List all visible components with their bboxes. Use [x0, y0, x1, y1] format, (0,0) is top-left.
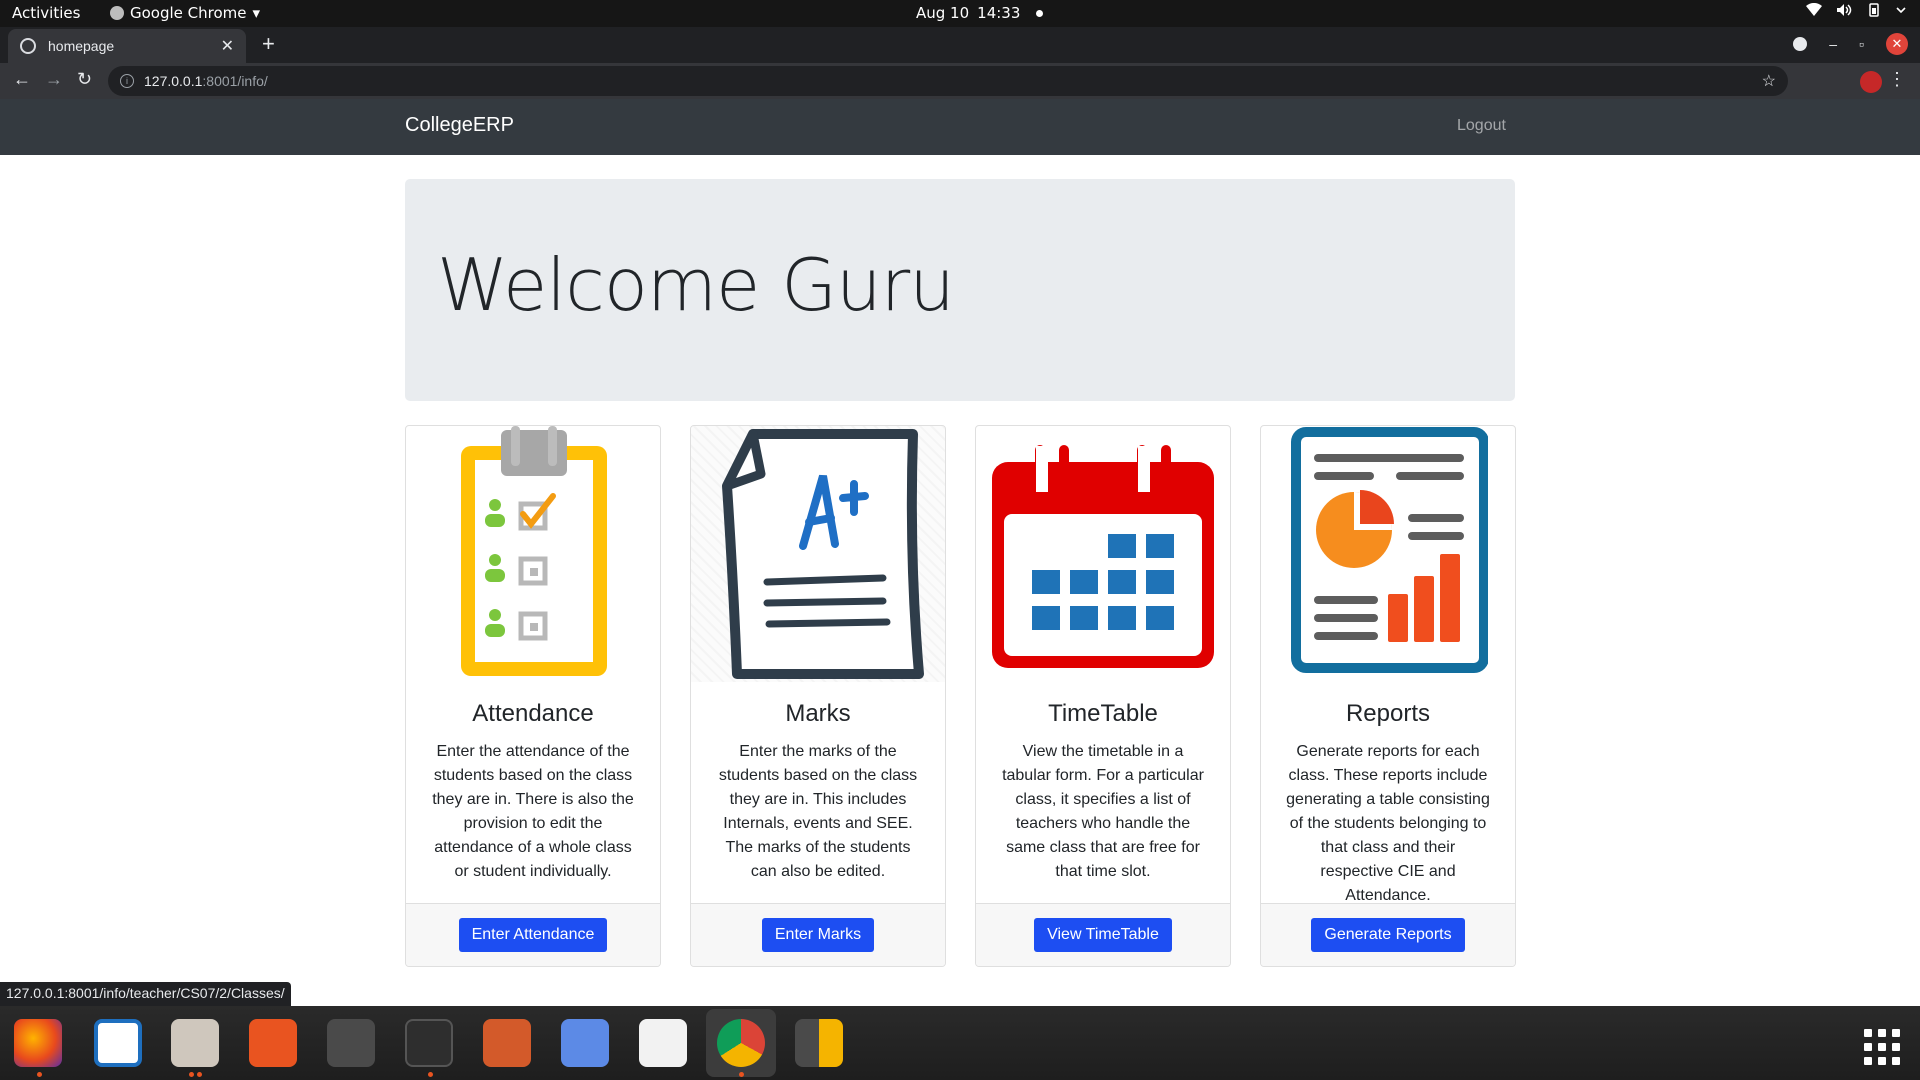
wifi-icon [1806, 2, 1822, 21]
minimize-icon[interactable]: – [1829, 36, 1837, 52]
app-menu[interactable]: Google Chrome ▾ [110, 4, 260, 22]
volume-icon [1836, 3, 1852, 21]
battery-icon [1866, 3, 1882, 21]
notification-dot-icon [1036, 9, 1044, 17]
text-editor-icon[interactable] [639, 1019, 687, 1067]
link-status-bubble: 127.0.0.1:8001/info/teacher/CS07/2/Class… [0, 982, 291, 1006]
generate-reports-button[interactable]: Generate Reports [1311, 918, 1465, 952]
card-title: Reports [1345, 700, 1431, 727]
calendar-icon [976, 426, 1230, 682]
running-indicator [197, 1072, 202, 1077]
window-controls: – ▫ ✕ [1793, 33, 1908, 55]
card-title: Marks [785, 700, 851, 727]
enter-attendance-button[interactable]: Enter Attendance [458, 918, 608, 952]
running-indicator [739, 1072, 744, 1077]
sublime-text-icon[interactable] [327, 1019, 375, 1067]
welcome-heading: Welcome Guru [437, 243, 955, 327]
software-center-icon[interactable] [249, 1019, 297, 1067]
impress-icon[interactable] [483, 1019, 531, 1067]
back-icon[interactable]: ← [13, 69, 31, 90]
card-footer: View TimeTable [976, 903, 1230, 966]
card-timetable: TimeTable View the timetable in a tabula… [975, 425, 1231, 967]
globe-icon [20, 38, 36, 54]
calculator-icon[interactable] [795, 1019, 843, 1067]
dock [0, 1006, 1920, 1080]
enter-marks-button[interactable]: Enter Marks [761, 918, 875, 952]
card-title: Attendance [472, 700, 594, 727]
system-tray[interactable] [1806, 2, 1906, 21]
site-navbar: CollegeERP Logout [0, 99, 1920, 155]
tasks-icon[interactable] [561, 1019, 609, 1067]
card-footer: Enter Attendance [406, 903, 660, 966]
app-menu-label: Google Chrome [130, 4, 247, 22]
clock[interactable]: Aug 10 14:33 [916, 4, 1044, 22]
graded-paper-icon [691, 426, 945, 682]
card-footer: Enter Marks [691, 903, 945, 966]
chrome-icon[interactable] [717, 1019, 765, 1067]
system-top-bar: Activities Google Chrome ▾ Aug 10 14:33 [0, 0, 1920, 27]
card-text: View the timetable in a tabular form. Fo… [1002, 743, 1204, 880]
card-title: TimeTable [1048, 700, 1158, 727]
files-icon[interactable] [171, 1019, 219, 1067]
close-window-icon[interactable]: ✕ [1886, 33, 1908, 55]
card-deck: Attendance Enter the attendance of the s… [405, 425, 1516, 967]
running-indicator [189, 1072, 194, 1077]
card-footer: Generate Reports [1261, 903, 1515, 966]
activities-button[interactable]: Activities [12, 4, 80, 22]
terminal-icon[interactable] [405, 1019, 453, 1067]
power-menu-icon [1896, 3, 1906, 21]
firefox-icon[interactable] [14, 1019, 62, 1067]
tab-title: homepage [48, 38, 115, 54]
chrome-menu-icon[interactable]: ⋮ [1888, 69, 1906, 90]
clock-time: 14:33 [977, 4, 1021, 22]
chrome-icon [110, 6, 124, 20]
chevron-down-icon: ▾ [252, 4, 261, 22]
forward-icon[interactable]: → [45, 69, 63, 90]
card-reports: Reports Generate reports for each class.… [1260, 425, 1516, 967]
view-timetable-button[interactable]: View TimeTable [1034, 918, 1172, 952]
running-indicator [37, 1072, 42, 1077]
restore-icon[interactable]: ▫ [1859, 36, 1864, 52]
writer-icon[interactable] [94, 1019, 142, 1067]
reload-icon[interactable]: ↻ [77, 69, 92, 90]
profile-avatar[interactable] [1860, 71, 1882, 93]
web-page: CollegeERP Logout Welcome Guru Attendanc… [0, 99, 1920, 1006]
tab-strip: homepage ✕ + – ▫ ✕ [0, 27, 1920, 63]
show-apps-icon[interactable] [1864, 1029, 1900, 1065]
browser-toolbar: ← → ↻ i 127.0.0.1:8001/info/ ☆ ⋮ [0, 63, 1920, 99]
logout-link[interactable]: Logout [1457, 117, 1506, 135]
welcome-jumbotron: Welcome Guru [405, 179, 1515, 401]
report-chart-icon [1261, 426, 1515, 682]
url-host: 127.0.0.1 [144, 73, 203, 89]
card-text: Generate reports for each class. These r… [1286, 743, 1490, 904]
clock-date: Aug 10 [916, 4, 970, 22]
navbar-brand[interactable]: CollegeERP [405, 114, 514, 137]
card-text: Enter the marks of the students based on… [718, 743, 918, 880]
address-bar[interactable]: i 127.0.0.1:8001/info/ ☆ [108, 66, 1788, 96]
tab-search-icon[interactable] [1793, 37, 1808, 51]
tab-homepage[interactable]: homepage ✕ [8, 29, 246, 63]
clipboard-checklist-icon [406, 426, 660, 682]
url-path: :8001/info/ [202, 73, 268, 89]
close-tab-icon[interactable]: ✕ [221, 36, 234, 56]
card-attendance: Attendance Enter the attendance of the s… [405, 425, 661, 967]
running-indicator [428, 1072, 433, 1077]
new-tab-button[interactable]: + [262, 33, 275, 55]
card-text: Enter the attendance of the students bas… [432, 743, 634, 880]
bookmark-star-icon[interactable]: ☆ [1762, 71, 1776, 91]
card-marks: Marks Enter the marks of the students ba… [690, 425, 946, 967]
site-info-icon[interactable]: i [120, 74, 134, 88]
